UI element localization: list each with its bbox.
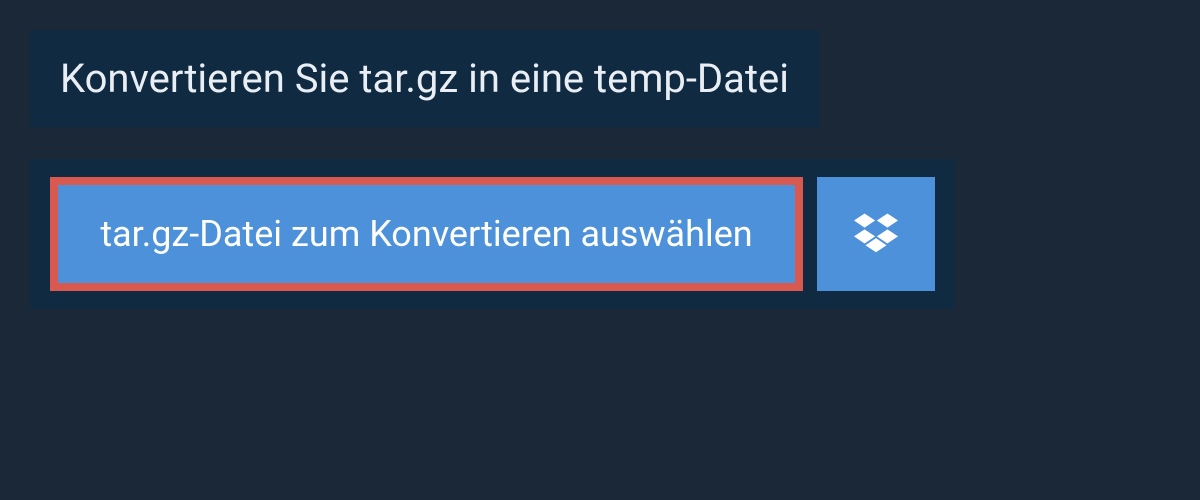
upload-panel: tar.gz-Datei zum Konvertieren auswählen xyxy=(30,159,955,309)
dropbox-icon xyxy=(854,210,898,258)
heading-wrapper: Konvertieren Sie tar.gz in eine temp-Dat… xyxy=(30,30,819,127)
dropbox-button[interactable] xyxy=(817,177,935,291)
select-file-button[interactable]: tar.gz-Datei zum Konvertieren auswählen xyxy=(50,177,803,291)
select-file-label: tar.gz-Datei zum Konvertieren auswählen xyxy=(100,213,752,255)
converter-container: Konvertieren Sie tar.gz in eine temp-Dat… xyxy=(0,0,1200,309)
page-title: Konvertieren Sie tar.gz in eine temp-Dat… xyxy=(60,55,789,102)
